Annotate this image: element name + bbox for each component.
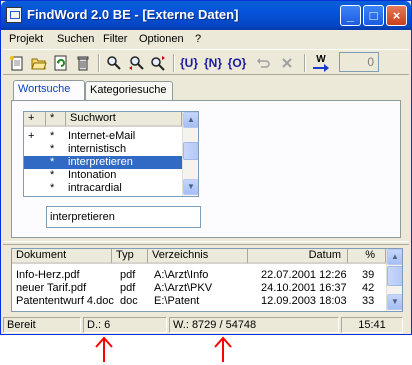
wordlist[interactable]: + * Suchwort + * Internet-eMail * intern… <box>23 111 199 197</box>
result-date: 12.09.2003 18:03 <box>261 295 347 307</box>
annotation-arrow-words-icon <box>214 336 232 362</box>
scroll-down-icon[interactable]: ▼ <box>387 294 402 310</box>
window-title: FindWord 2.0 BE - [Externe Daten] <box>27 7 239 22</box>
result-directory: A:\Arzt\PKV <box>154 282 213 294</box>
result-document: Info-Herz.pdf <box>16 269 80 281</box>
o-filter-icon[interactable]: {O} <box>227 53 247 73</box>
scroll-up-icon[interactable]: ▲ <box>183 112 198 128</box>
column-header-dokument[interactable]: Dokument <box>12 249 112 264</box>
scroll-down-icon[interactable]: ▼ <box>183 179 198 195</box>
list-item-word: Internet-eMail <box>68 130 136 142</box>
list-item-word: interpretieren <box>68 156 133 168</box>
toolbar-separator <box>173 54 175 72</box>
word-counter-field: 0 <box>339 52 379 72</box>
list-item-star: * <box>50 169 55 181</box>
list-item-word: intracardial <box>68 182 122 194</box>
column-header-datum[interactable]: Datum <box>248 249 348 264</box>
search-input[interactable] <box>46 206 201 228</box>
toolbar: {U} {N} {O} W 0 <box>3 49 409 75</box>
result-type: pdf <box>120 282 136 294</box>
app-icon <box>6 7 22 23</box>
result-percent: 39 <box>362 269 375 281</box>
toolbar-separator <box>98 54 100 72</box>
search-icon[interactable] <box>104 53 124 73</box>
results-scrollbar[interactable]: ▲ ▼ <box>386 249 402 311</box>
trash-icon[interactable] <box>73 53 93 73</box>
open-folder-icon[interactable] <box>29 53 49 73</box>
list-item-star: * <box>50 130 55 142</box>
list-item-star: * <box>50 156 55 168</box>
scroll-up-icon[interactable]: ▲ <box>387 249 402 265</box>
word-count-icon[interactable]: W <box>311 53 331 73</box>
result-document: Patententwurf 4.doc <box>16 295 114 307</box>
toolbar-separator <box>304 54 306 72</box>
search-previous-icon[interactable] <box>126 53 146 73</box>
column-header-plus[interactable]: + <box>24 112 46 127</box>
menu-suchen[interactable]: Suchen <box>57 33 94 45</box>
status-bar: Bereit D.: 6 W.: 8729 / 54748 15:41 <box>3 316 409 334</box>
n-filter-icon[interactable]: {N} <box>203 53 223 73</box>
menu-bar: Projekt Suchen Filter Optionen ? <box>3 30 409 48</box>
list-item-selected[interactable]: * interpretieren <box>24 156 182 169</box>
list-item[interactable]: + * Internet-eMail <box>24 130 182 143</box>
result-type: pdf <box>120 269 136 281</box>
list-item-word: Intonation <box>68 169 117 181</box>
menu-help[interactable]: ? <box>195 33 201 45</box>
minimize-button[interactable]: _ <box>340 5 361 26</box>
annotation-arrow-documents-icon <box>95 336 113 362</box>
list-item-plus: + <box>28 130 35 142</box>
list-item[interactable]: * internistisch <box>24 143 182 156</box>
undo-icon[interactable] <box>253 53 273 73</box>
search-next-icon[interactable] <box>148 53 168 73</box>
menu-projekt[interactable]: Projekt <box>9 33 43 45</box>
arrow-right-icon <box>313 63 329 72</box>
title-bar[interactable]: FindWord 2.0 BE - [Externe Daten] _ □ × <box>1 1 411 30</box>
result-percent: 42 <box>362 282 375 294</box>
table-row[interactable]: Info-Herz.pdf pdf A:\Arzt\Info 22.07.200… <box>12 269 386 281</box>
status-state: Bereit <box>3 317 81 333</box>
u-filter-icon[interactable]: {U} <box>179 53 199 73</box>
table-row[interactable]: Patententwurf 4.doc doc E:\Patent 12.09.… <box>12 295 386 307</box>
column-header-percent[interactable]: % <box>348 249 386 264</box>
tab-wortsuche[interactable]: Wortsuche <box>13 80 85 101</box>
scroll-thumb[interactable] <box>387 266 402 286</box>
result-type: doc <box>120 295 138 307</box>
result-directory: A:\Arzt\Info <box>154 269 209 281</box>
pane-splitter[interactable] <box>3 241 409 245</box>
maximize-button[interactable]: □ <box>363 5 384 26</box>
list-item[interactable]: * Intonation <box>24 169 182 182</box>
column-header-typ[interactable]: Typ <box>112 249 148 264</box>
column-header-star[interactable]: * <box>46 112 66 127</box>
close-button[interactable]: × <box>386 5 407 26</box>
list-item-word: internistisch <box>68 143 127 155</box>
cancel-icon[interactable] <box>277 53 297 73</box>
status-words: W.: 8729 / 54748 <box>169 317 339 333</box>
column-header-verzeichnis[interactable]: Verzeichnis <box>148 249 248 264</box>
status-documents: D.: 6 <box>83 317 167 333</box>
menu-optionen[interactable]: Optionen <box>139 33 184 45</box>
word-count-label: W <box>316 53 326 65</box>
table-row[interactable]: neuer Tarif.pdf pdf A:\Arzt\PKV 24.10.20… <box>12 282 386 294</box>
menu-filter[interactable]: Filter <box>103 33 127 45</box>
new-document-icon[interactable] <box>7 53 27 73</box>
scroll-thumb[interactable] <box>183 142 198 160</box>
wordlist-scrollbar[interactable]: ▲ ▼ <box>182 112 198 196</box>
main-window: FindWord 2.0 BE - [Externe Daten] _ □ × … <box>0 0 412 335</box>
list-item-star: * <box>50 182 55 194</box>
list-item-star: * <box>50 143 55 155</box>
list-item[interactable]: * intracardial <box>24 182 182 195</box>
result-document: neuer Tarif.pdf <box>16 282 87 294</box>
result-date: 22.07.2001 12:26 <box>261 269 347 281</box>
column-header-suchwort[interactable]: Suchwort <box>66 112 182 127</box>
tab-kategoriesuche[interactable]: Kategoriesuche <box>85 81 173 100</box>
result-directory: E:\Patent <box>154 295 200 307</box>
status-time: 15:41 <box>341 317 403 333</box>
result-date: 24.10.2001 16:37 <box>261 282 347 294</box>
result-percent: 33 <box>362 295 375 307</box>
refresh-icon[interactable] <box>51 53 71 73</box>
results-list[interactable]: Dokument Typ Verzeichnis Datum % Info-He… <box>11 248 403 312</box>
